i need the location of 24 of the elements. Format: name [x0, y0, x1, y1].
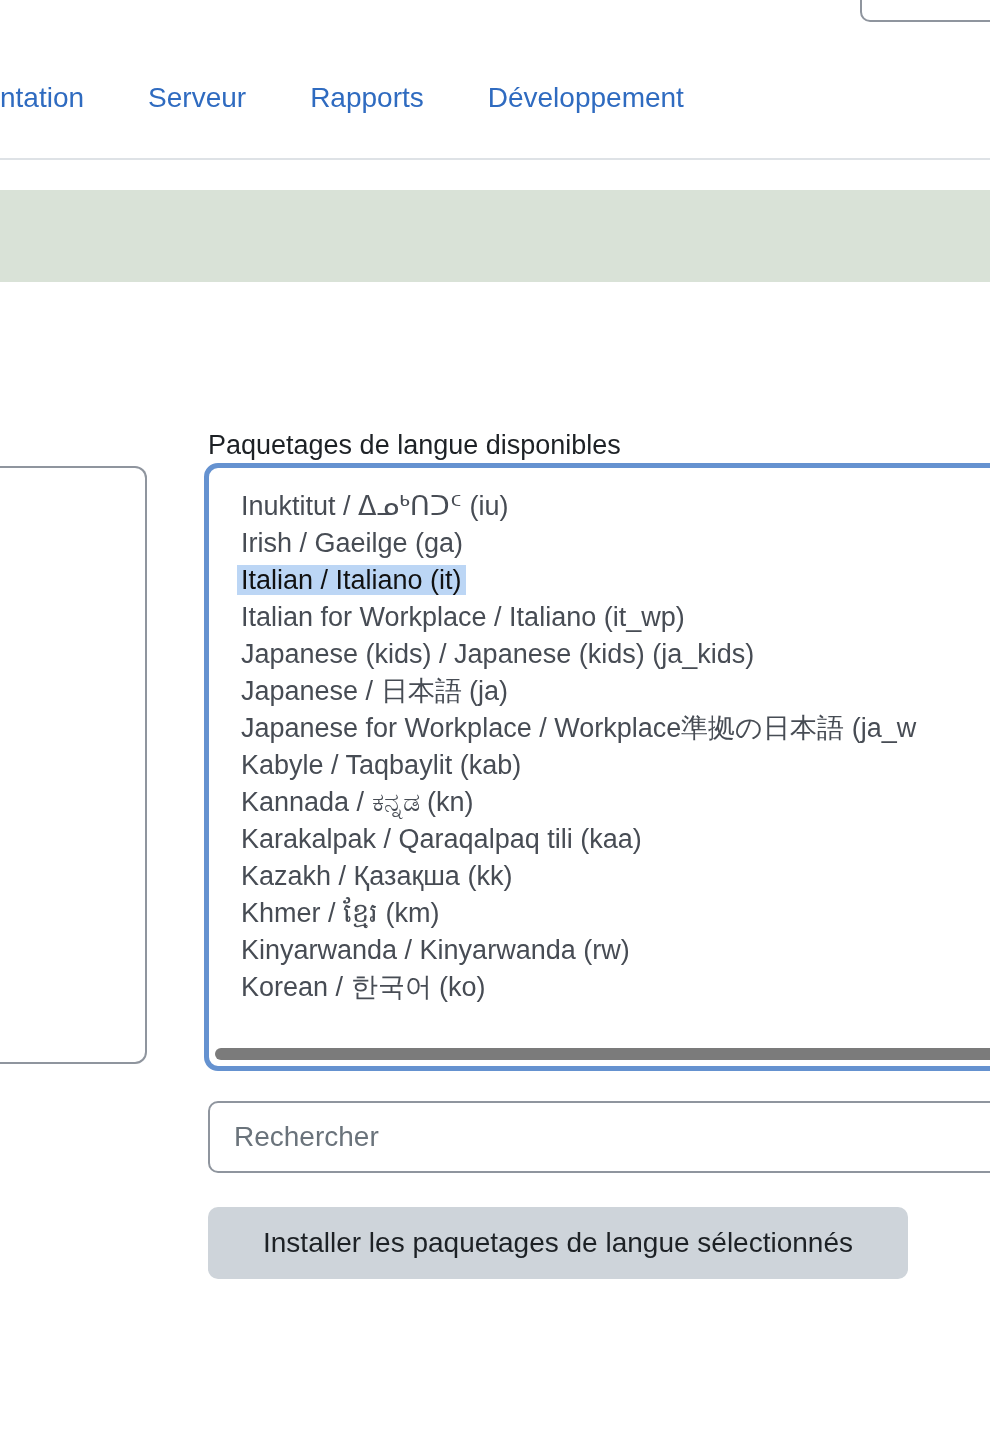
language-list[interactable] [204, 463, 990, 1071]
list-label: Paquetages de langue disponibles [208, 429, 622, 462]
scrollbar[interactable] [215, 1048, 990, 1060]
nav-link[interactable]: Serveur [148, 80, 247, 116]
list-option[interactable]: Kinyarwanda / Kinyarwanda (rw) [237, 935, 634, 965]
list-option[interactable]: Italian / Italiano (it) [237, 565, 466, 595]
list-option[interactable]: Irish / Gaeilge (ga) [237, 528, 468, 558]
search-field[interactable]: Rechercher [208, 1101, 990, 1173]
list-option[interactable]: Kabyle / Taqbaylit (kab) [237, 750, 526, 780]
list-option[interactable]: Japanese for Workplace / Workplace準拠の日本語 (ja_w [237, 713, 921, 743]
list-option[interactable]: Japanese (kids) / Japanese (kids) (ja_kids) [237, 639, 759, 669]
nav-link[interactable]: Rapports [310, 80, 424, 116]
list-option[interactable]: Inuktitut / ᐃᓄᒃᑎᑐᑦ (iu) [237, 491, 513, 521]
list-option[interactable]: Kannada / ಕನ್ನಡ (kn) [237, 787, 478, 817]
list-option[interactable]: Kazakh / Қазақша (kk) [237, 861, 517, 891]
list-option[interactable]: Khmer / ខ្មែរ (km) [237, 898, 444, 928]
install-button[interactable]: Installer les paquetages de langue sélectionnés [208, 1207, 908, 1279]
list-option[interactable]: Italian for Workplace / Italiano (it_wp) [237, 602, 689, 632]
list-option[interactable]: Japanese / 日本語 (ja) [237, 676, 513, 706]
installed-list[interactable] [0, 466, 147, 1064]
list-option[interactable]: Korean / 한국어 (ko) [237, 972, 490, 1002]
nav-link[interactable]: Développement [487, 80, 684, 116]
nav-link[interactable]: ntation [0, 80, 85, 116]
list-option[interactable]: Karakalpak / Qaraqalpaq tili (kaa) [237, 824, 646, 854]
